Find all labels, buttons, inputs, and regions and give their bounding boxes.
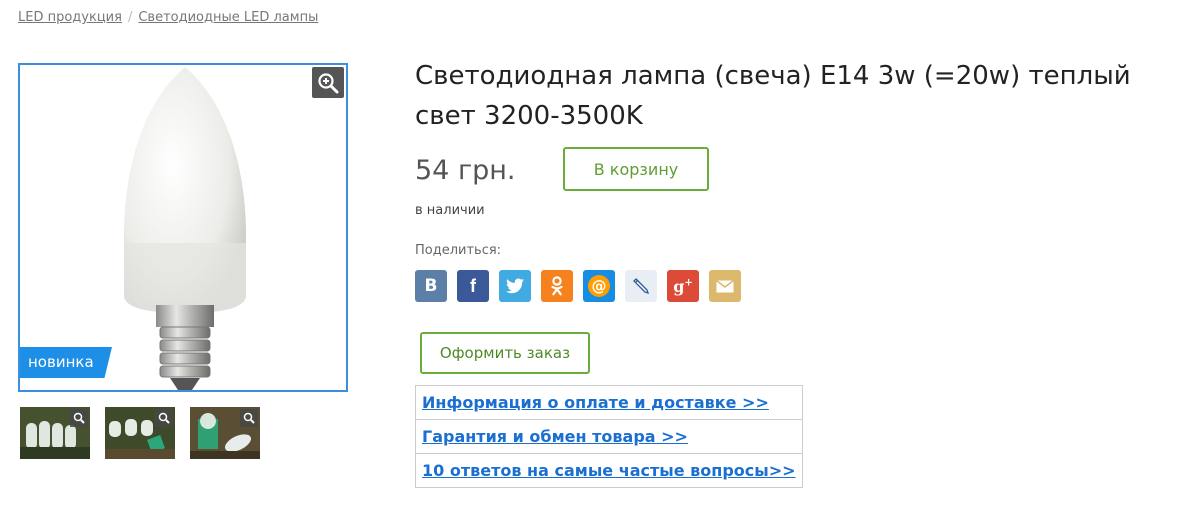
breadcrumb: LED продукция / Светодиодные LED лампы xyxy=(18,10,318,25)
new-badge: новинка xyxy=(20,347,112,378)
zoom-icon[interactable] xyxy=(312,67,344,98)
thumbnail-3[interactable] xyxy=(190,407,260,459)
breadcrumb-separator: / xyxy=(127,10,133,25)
vkontakte-icon[interactable]: B xyxy=(415,270,447,302)
thumbnail-gallery xyxy=(20,407,260,459)
thumbnail-1[interactable] xyxy=(20,407,90,459)
table-row: Информация о оплате и доставке >> xyxy=(415,385,803,420)
breadcrumb-link-led-products[interactable]: LED продукция xyxy=(18,10,122,25)
thumbnail-zoom-icon[interactable] xyxy=(155,409,173,427)
share-label: Поделиться: xyxy=(415,243,502,258)
faq-link[interactable]: 10 ответов на самые частые вопросы>> xyxy=(422,461,796,480)
product-price: 54 грн. xyxy=(415,155,516,186)
place-order-button[interactable]: Оформить заказ xyxy=(420,332,590,374)
table-row: 10 ответов на самые частые вопросы>> xyxy=(415,453,803,488)
payment-delivery-link[interactable]: Информация о оплате и доставке >> xyxy=(422,393,769,412)
twitter-icon[interactable] xyxy=(499,270,531,302)
thumbnail-zoom-icon[interactable] xyxy=(70,409,88,427)
googleplus-icon[interactable]: g+ xyxy=(667,270,699,302)
table-row: Гарантия и обмен товара >> xyxy=(415,419,803,454)
stock-status: в наличии xyxy=(415,203,485,218)
facebook-icon[interactable]: f xyxy=(457,270,489,302)
moimir-icon[interactable]: @ xyxy=(583,270,615,302)
social-share-buttons: B f @ g+ xyxy=(415,270,741,302)
lamp-photo xyxy=(124,67,246,390)
thumbnail-zoom-icon[interactable] xyxy=(240,409,258,427)
warranty-exchange-link[interactable]: Гарантия и обмен товара >> xyxy=(422,427,688,446)
odnoklassniki-icon[interactable] xyxy=(541,270,573,302)
add-to-cart-button[interactable]: В корзину xyxy=(563,147,709,191)
thumbnail-2[interactable] xyxy=(105,407,175,459)
livejournal-icon[interactable] xyxy=(625,270,657,302)
info-links-table: Информация о оплате и доставке >> Гарант… xyxy=(415,385,803,488)
breadcrumb-link-led-lamps[interactable]: Светодиодные LED лампы xyxy=(138,10,318,25)
product-title: Светодиодная лампа (свеча) E14 3w (=20w)… xyxy=(415,61,1131,131)
product-main-image[interactable]: новинка xyxy=(18,63,348,392)
email-icon[interactable] xyxy=(709,270,741,302)
